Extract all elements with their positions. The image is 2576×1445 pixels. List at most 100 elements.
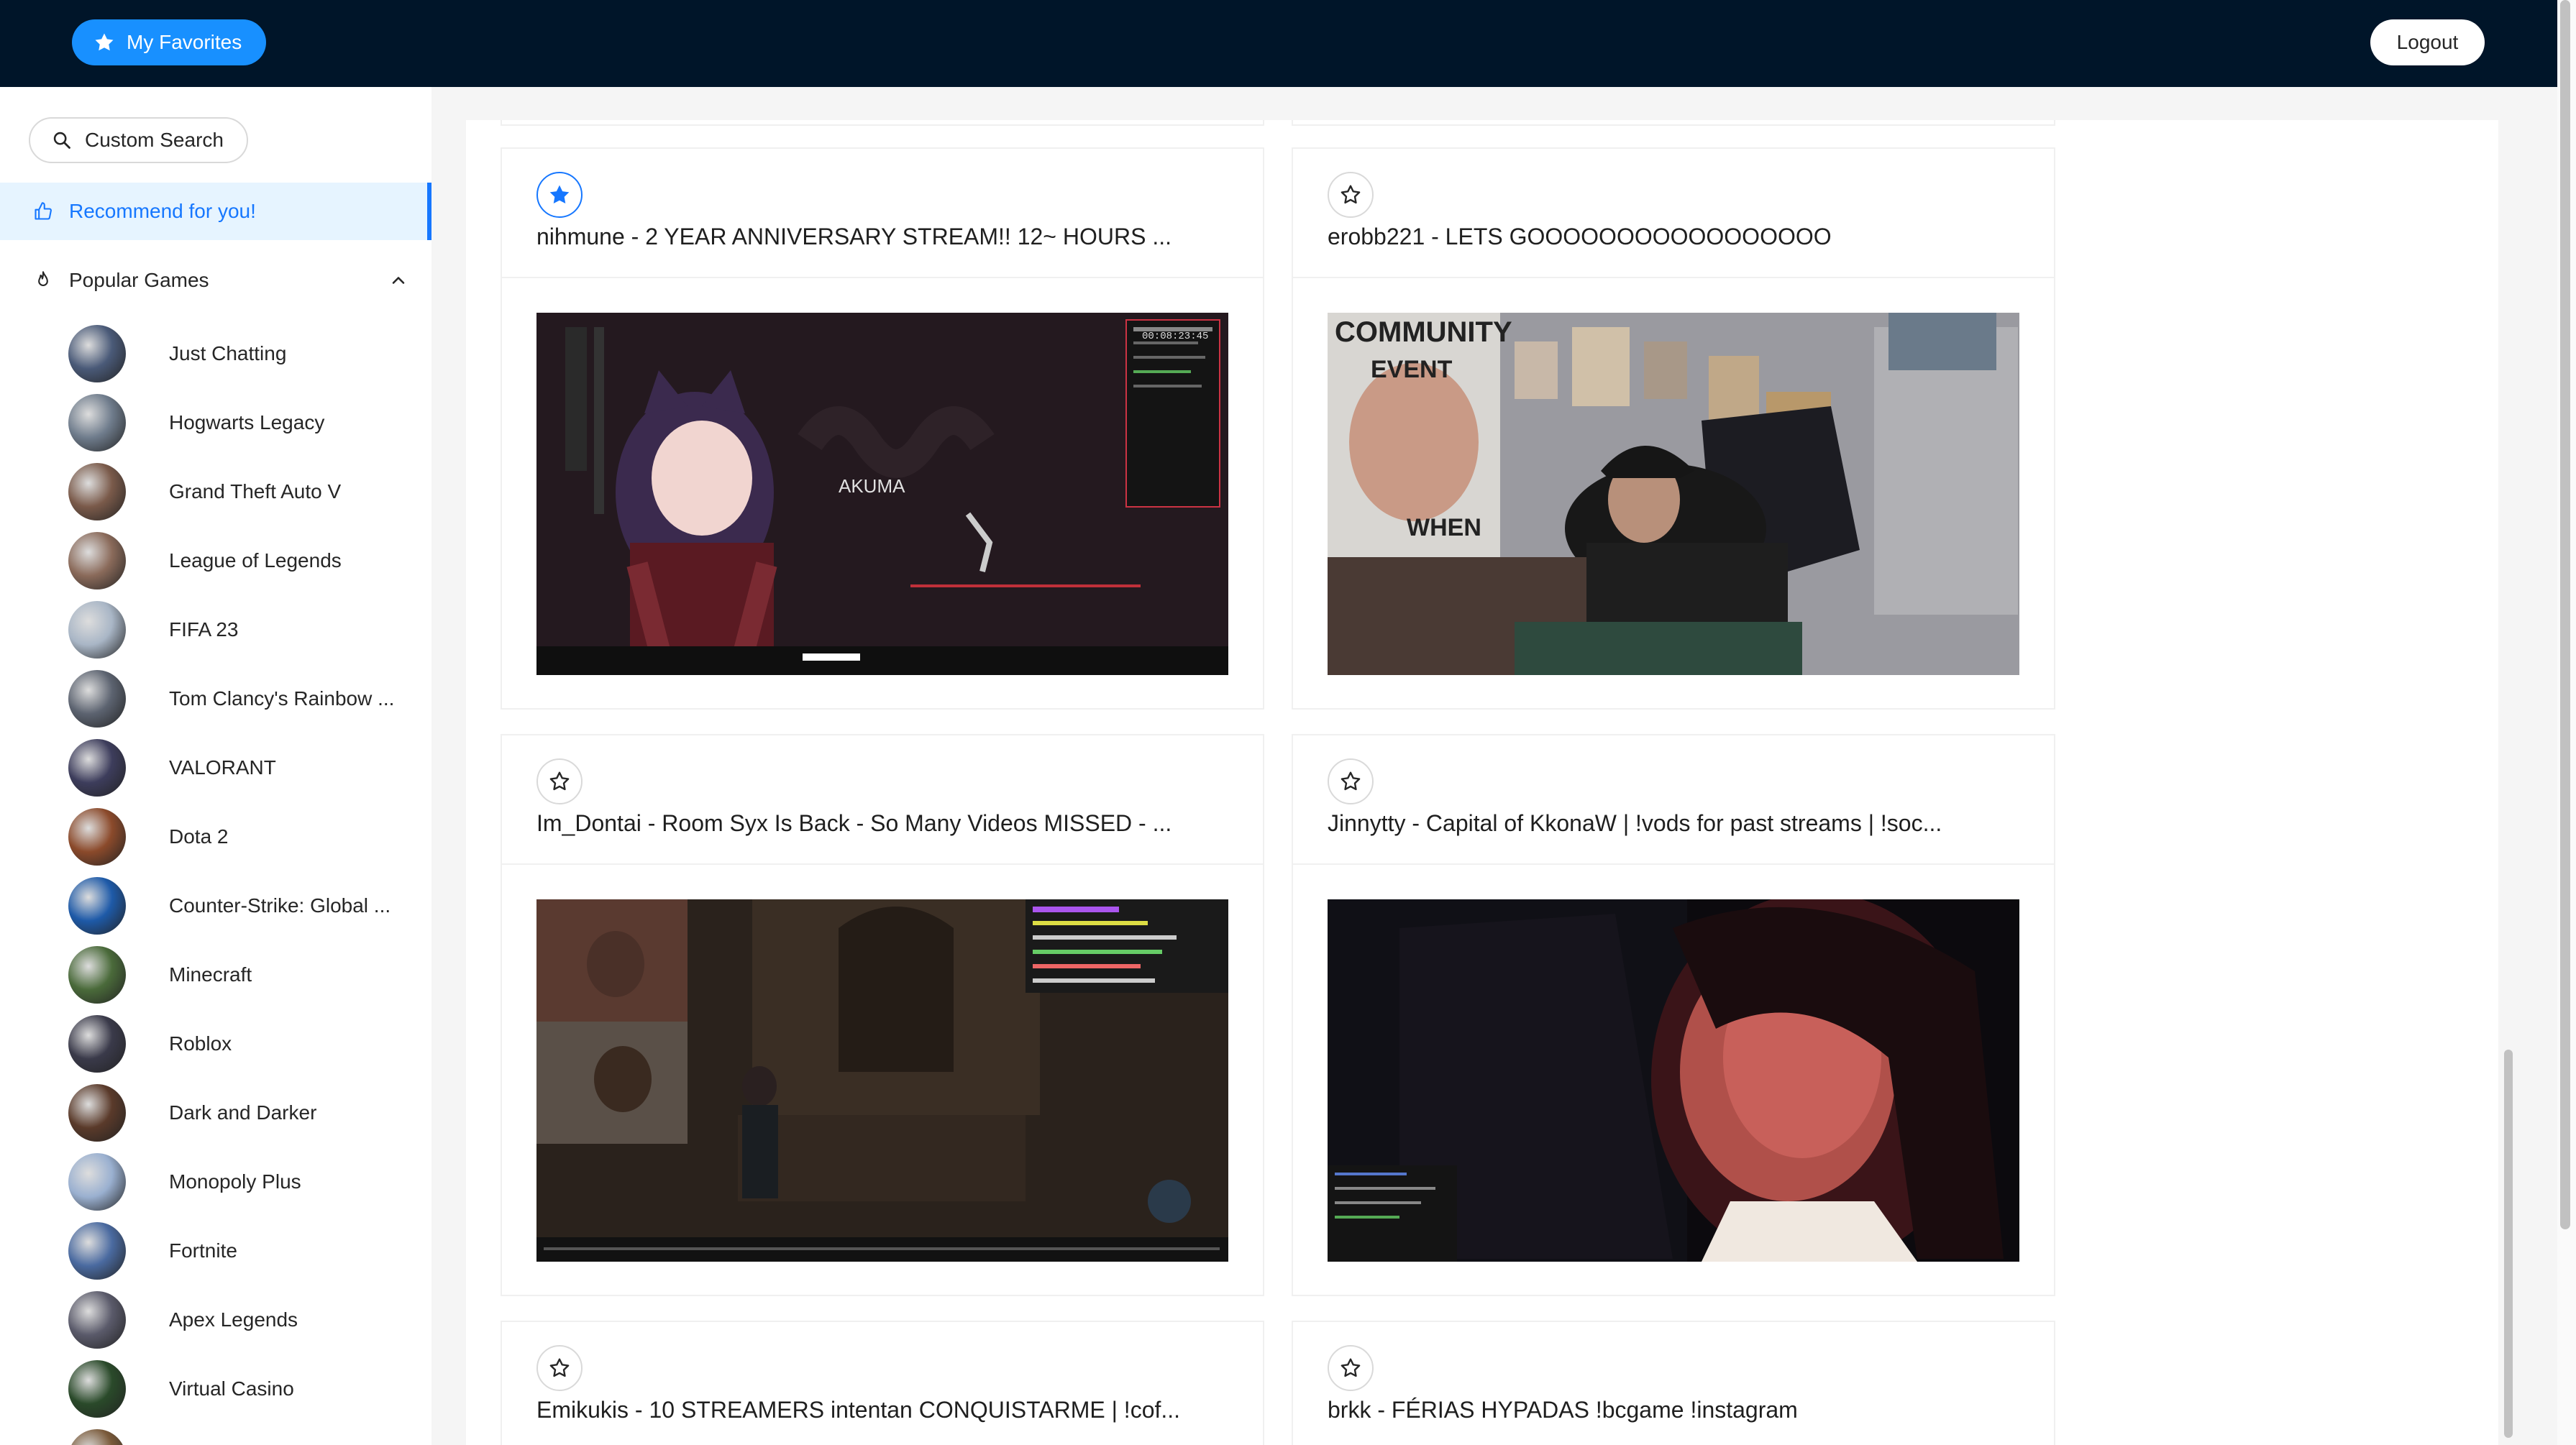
game-list-item[interactable]: Roblox bbox=[0, 1009, 431, 1078]
star-outline-icon bbox=[1340, 1358, 1361, 1377]
game-list-item[interactable]: VALORANT bbox=[0, 733, 431, 802]
stream-thumbnail-image: AKUMA 00:08:23:45 bbox=[536, 313, 1228, 675]
stream-thumbnail-image bbox=[1328, 899, 2019, 1262]
sidebar: Custom Search Recommend for you! Popular… bbox=[0, 87, 431, 1445]
stream-card[interactable]: erobb221 - LETS GOOOOOOOOOOOOOOOOO COMMU… bbox=[1292, 147, 2055, 710]
favorite-toggle-button[interactable] bbox=[536, 172, 583, 218]
logout-button[interactable]: Logout bbox=[2370, 19, 2485, 65]
fire-icon bbox=[38, 271, 48, 287]
star-filled-icon bbox=[549, 185, 570, 203]
game-name: Fortnite bbox=[169, 1239, 237, 1262]
thumbs-up-icon bbox=[35, 202, 52, 220]
stream-title[interactable]: erobb221 - LETS GOOOOOOOOOOOOOOOOO bbox=[1328, 224, 2032, 250]
game-list-item[interactable]: Dota 2 bbox=[0, 802, 431, 871]
previous-card-edge bbox=[501, 120, 1264, 126]
stream-card-header: nihmune - 2 YEAR ANNIVERSARY STREAM!! 12… bbox=[502, 149, 1263, 278]
my-favorites-button[interactable]: My Favorites bbox=[72, 19, 267, 65]
favorite-toggle-button[interactable] bbox=[1328, 1345, 1374, 1391]
stream-grid: nihmune - 2 YEAR ANNIVERSARY STREAM!! 12… bbox=[466, 120, 2498, 1445]
game-list-item[interactable]: Monopoly Plus bbox=[0, 1147, 431, 1216]
stream-card[interactable]: brkk - FÉRIAS HYPADAS !bcgame !instagram bbox=[1292, 1321, 2055, 1445]
game-avatar bbox=[68, 670, 126, 728]
menu-item-recommend-label: Recommend for you! bbox=[69, 200, 256, 222]
game-name: Apex Legends bbox=[169, 1308, 298, 1331]
star-outline-icon bbox=[549, 1358, 570, 1377]
game-name: Virtual Casino bbox=[169, 1377, 294, 1400]
poster-community-text: COMMUNITY bbox=[1335, 316, 1512, 348]
popular-games-list: Just Chatting Hogwarts Legacy Grand Theft … bbox=[0, 319, 431, 1445]
stream-thumbnail-image: COMMUNITY EVENT WHEN bbox=[1328, 313, 2019, 675]
menu-item-recommend[interactable]: Recommend for you! bbox=[0, 183, 431, 240]
game-name: VALORANT bbox=[169, 756, 276, 779]
stream-card[interactable]: Jinnytty - Capital of KkonaW | !vods for… bbox=[1292, 734, 2055, 1296]
stream-title[interactable]: nihmune - 2 YEAR ANNIVERSARY STREAM!! 12… bbox=[536, 224, 1241, 250]
game-avatar bbox=[68, 463, 126, 520]
game-avatar bbox=[68, 1153, 126, 1211]
game-name: Hogwarts Legacy bbox=[169, 411, 325, 434]
game-name: Monopoly Plus bbox=[169, 1170, 301, 1193]
stream-card[interactable]: Im_Dontai - Room Syx Is Back - So Many V… bbox=[501, 734, 1264, 1296]
game-avatar bbox=[68, 1222, 126, 1280]
stream-card[interactable]: Emikukis - 10 STREAMERS intentan CONQUIS… bbox=[501, 1321, 1264, 1445]
game-list-item[interactable]: Counter-Strike: Global ... bbox=[0, 871, 431, 940]
game-list-item[interactable]: Minecraft bbox=[0, 940, 431, 1009]
game-avatar bbox=[68, 946, 126, 1004]
favorite-toggle-button[interactable] bbox=[1328, 758, 1374, 804]
stream-timer-text: 00:08:23:45 bbox=[1142, 331, 1208, 342]
top-navbar: My Favorites Logout bbox=[0, 0, 2557, 87]
game-list-item[interactable]: League of Legends bbox=[0, 526, 431, 595]
stream-title[interactable]: Jinnytty - Capital of KkonaW | !vods for… bbox=[1328, 810, 2032, 837]
game-list-item[interactable]: FIFA 23 bbox=[0, 595, 431, 664]
game-list-item[interactable]: Hogwarts Legacy bbox=[0, 388, 431, 457]
favorite-toggle-button[interactable] bbox=[536, 1345, 583, 1391]
game-name: Dota 2 bbox=[169, 825, 229, 848]
game-avatar bbox=[68, 601, 126, 659]
stream-thumbnail[interactable]: COMMUNITY EVENT WHEN bbox=[1328, 313, 2019, 675]
game-avatar bbox=[68, 808, 126, 866]
game-list-item[interactable]: Virtual Casino bbox=[0, 1354, 431, 1423]
stream-thumbnail-image bbox=[536, 899, 1228, 1262]
stream-card[interactable]: nihmune - 2 YEAR ANNIVERSARY STREAM!! 12… bbox=[501, 147, 1264, 710]
game-avatar bbox=[68, 877, 126, 935]
search-icon bbox=[53, 132, 70, 149]
game-list-item[interactable]: Just Chatting bbox=[0, 319, 431, 388]
stream-card-header: brkk - FÉRIAS HYPADAS !bcgame !instagram bbox=[1293, 1322, 2054, 1445]
game-name: Grand Theft Auto V bbox=[169, 480, 342, 503]
page-scrollbar-thumb[interactable] bbox=[2560, 0, 2570, 1229]
stream-thumbnail[interactable]: AKUMA 00:08:23:45 bbox=[536, 313, 1228, 675]
game-name: Minecraft bbox=[169, 963, 252, 986]
favorite-toggle-button[interactable] bbox=[1328, 172, 1374, 218]
star-outline-icon bbox=[549, 771, 570, 791]
game-avatar bbox=[68, 532, 126, 590]
custom-search-label: Custom Search bbox=[85, 129, 224, 151]
stream-thumbnail[interactable] bbox=[536, 899, 1228, 1262]
game-avatar bbox=[68, 325, 126, 382]
stream-title[interactable]: Im_Dontai - Room Syx Is Back - So Many V… bbox=[536, 810, 1241, 837]
game-avatar bbox=[68, 1429, 126, 1445]
game-avatar bbox=[68, 1360, 126, 1418]
previous-card-edge bbox=[1292, 120, 2055, 126]
chevron-up-icon[interactable] bbox=[388, 270, 408, 290]
star-filled-icon bbox=[95, 33, 114, 51]
stream-card-header: Emikukis - 10 STREAMERS intentan CONQUIS… bbox=[502, 1322, 1263, 1445]
game-name: Dark and Darker bbox=[169, 1101, 317, 1124]
game-name: Just Chatting bbox=[169, 342, 287, 364]
favorite-toggle-button[interactable] bbox=[536, 758, 583, 804]
content-scrollbar-thumb[interactable] bbox=[2504, 1050, 2513, 1438]
game-name: Counter-Strike: Global ... bbox=[169, 894, 391, 917]
my-favorites-label: My Favorites bbox=[127, 31, 242, 53]
menu-item-popular-games[interactable]: Popular Games bbox=[0, 252, 431, 309]
poster-event-text: EVENT bbox=[1371, 356, 1453, 383]
game-list-item[interactable]: Tom Clancy's Rainbow ... bbox=[0, 664, 431, 733]
stream-card-header: erobb221 - LETS GOOOOOOOOOOOOOOOOO bbox=[1293, 149, 2054, 278]
game-list-item[interactable]: Dark and Darker bbox=[0, 1078, 431, 1147]
game-list-item[interactable] bbox=[0, 1423, 431, 1445]
stream-title[interactable]: Emikukis - 10 STREAMERS intentan CONQUIS… bbox=[536, 1397, 1241, 1423]
game-list-item[interactable]: Grand Theft Auto V bbox=[0, 457, 431, 526]
game-list-item[interactable]: Apex Legends bbox=[0, 1285, 431, 1354]
game-list-item[interactable]: Fortnite bbox=[0, 1216, 431, 1285]
stream-card-header: Im_Dontai - Room Syx Is Back - So Many V… bbox=[502, 735, 1263, 865]
custom-search-button[interactable]: Custom Search bbox=[29, 117, 248, 163]
stream-title[interactable]: brkk - FÉRIAS HYPADAS !bcgame !instagram bbox=[1328, 1397, 2032, 1423]
stream-thumbnail[interactable] bbox=[1328, 899, 2019, 1262]
